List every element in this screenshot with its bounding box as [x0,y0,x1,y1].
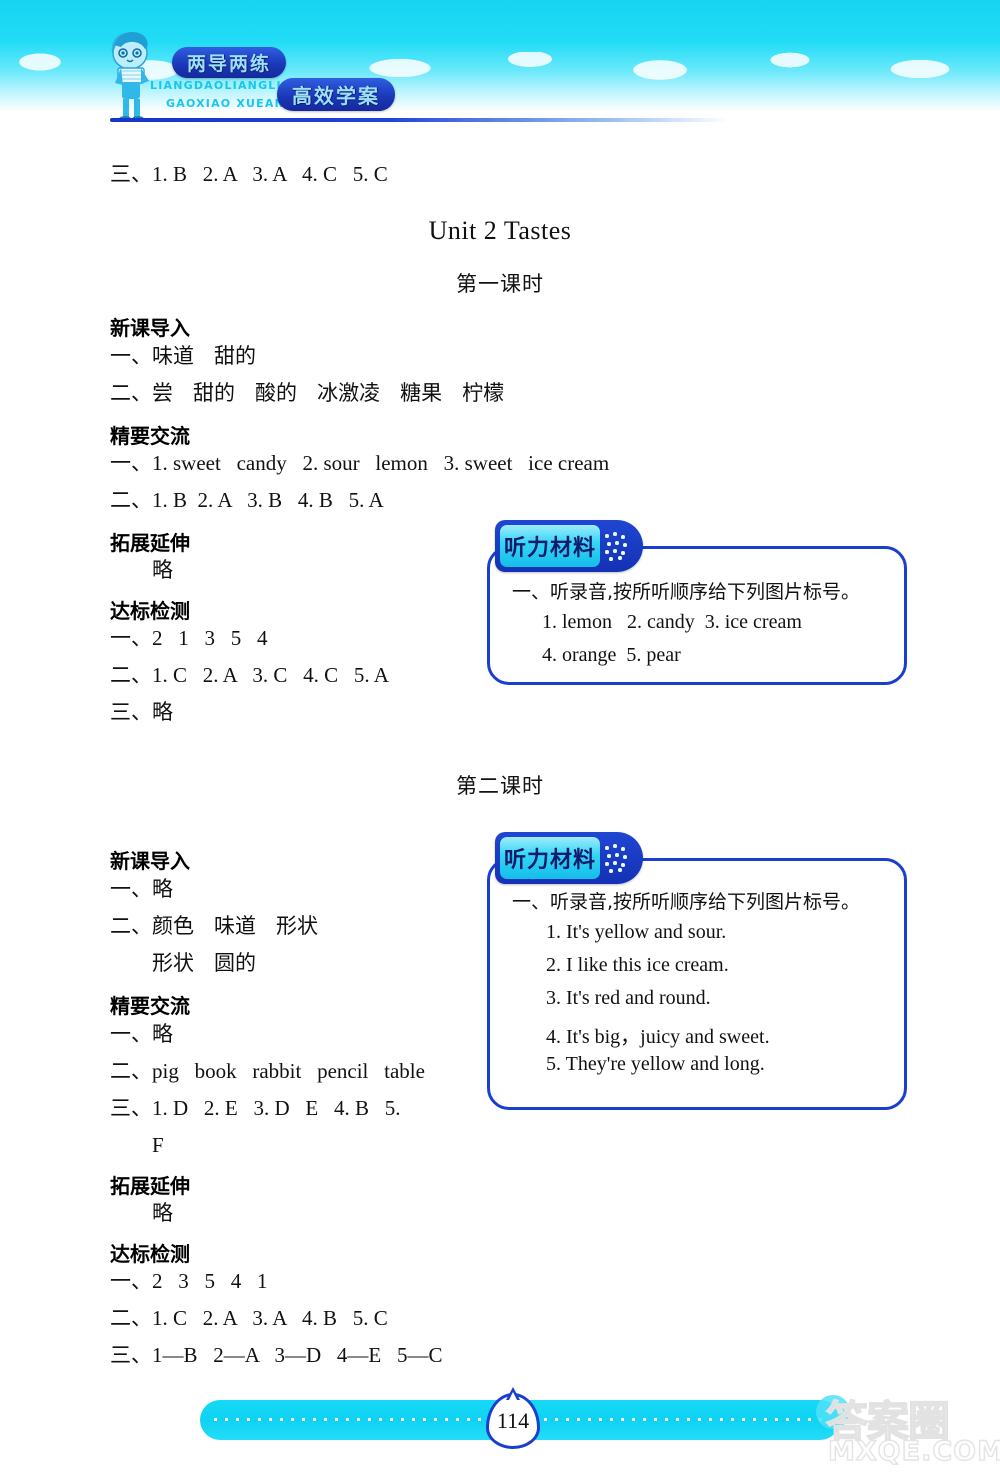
lesson1-communicate-line-2: 二、1. B 2. A 3. B 4. B 5. A [110,488,384,512]
lesson1-heading-extend: 拓展延伸 [110,531,190,555]
brand-pill-secondary-label: 高效学案 [292,84,380,108]
page-number: 114 [496,1408,530,1433]
listening-box-2-item-2: 2. I like this ice cream. [546,954,729,976]
listening-material-box-2: 一、听录音,按所听顺序给下列图片标号。 1. It's yellow and s… [487,832,907,1110]
site-watermark: 答案圈 MXQE.COM [820,1386,1000,1482]
lesson2-heading-extend: 拓展延伸 [110,1174,190,1198]
lesson1-heading-communicate: 精要交流 [110,424,190,448]
listening-box-2-frame: 一、听录音,按所听顺序给下列图片标号。 1. It's yellow and s… [487,858,907,1110]
lesson2-communicate-line-2: 二、pig book rabbit pencil table [110,1059,425,1083]
lesson2-intro-line-1: 一、略 [110,877,173,901]
listening-box-2-item-5: 5. They're yellow and long. [546,1053,765,1075]
lesson1-heading-test: 达标检测 [110,599,190,623]
listening-material-box-1: 一、听录音,按所听顺序给下列图片标号。 1. lemon 2. candy 3.… [487,520,907,685]
lesson2-intro-line-3: 形状 圆的 [152,951,257,975]
lesson2-heading-intro: 新课导入 [110,849,190,873]
brand-pill-primary-label: 两导两练 [186,53,271,75]
lesson2-communicate-line-3: 三、1. D 2. E 3. D E 4. B 5. [110,1096,401,1120]
lesson1-test-line-1: 一、2 1 3 5 4 [110,626,268,650]
lesson1-heading-intro: 新课导入 [110,316,190,340]
listening-box-2-heading: 一、听录音,按所听顺序给下列图片标号。 [512,891,861,913]
header-divider-rule [110,118,730,122]
lesson2-communicate-line-4: F [152,1133,164,1157]
lesson-1-title: 第一课时 [456,272,544,296]
listening-box-2-item-4: 4. It's big，juicy and sweet. [546,1026,770,1048]
listening-box-1-item-2: 4. orange 5. pear [542,644,681,666]
lesson2-communicate-line-1: 一、略 [110,1022,173,1046]
braille-dots-icon [603,844,633,873]
lesson-2-title: 第二课时 [456,774,544,798]
listening-box-1-tab-shape: 听力材料 [495,520,643,572]
lesson1-communicate-line-1: 一、1. sweet candy 2. sour lemon 3. sweet … [110,451,610,475]
listening-box-2-tab-shape: 听力材料 [495,832,643,884]
brand-pill-secondary: 高效学案 [277,78,395,111]
lesson2-test-line-1: 一、2 3 5 4 1 [110,1269,268,1293]
watermark-url-text: MXQE.COM [827,1435,1000,1467]
brand-pill-primary: 两导两练 [172,47,286,78]
page-header: 两导两练 LIANGDAOLIANGLIAN GAOXIAO XUEAN 高效学… [0,0,1000,140]
lesson2-test-line-2: 二、1. C 2. A 3. A 4. B 5. C [110,1306,388,1330]
braille-dots-icon [603,532,633,561]
listening-box-1-tab-label: 听力材料 [503,536,596,561]
unit-title: Unit 2 Tastes [428,216,572,245]
lesson2-test-line-3: 三、1—B 2—A 3—D 4—E 5—C [110,1343,443,1367]
lesson1-test-line-3: 三、略 [110,700,173,724]
listening-box-1-item-1: 1. lemon 2. candy 3. ice cream [542,611,802,633]
previous-unit-answer-line: 三、1. B 2. A 3. A 4. C 5. C [110,162,388,186]
lesson2-heading-communicate: 精要交流 [110,994,190,1018]
listening-box-1-tab-inner: 听力材料 [500,525,600,567]
brand-pinyin-secondary: GAOXIAO XUEAN [166,97,286,110]
mascot-illustration [103,27,165,122]
lesson2-intro-line-2: 二、颜色 味道 形状 [110,914,319,938]
lesson1-test-line-2: 二、1. C 2. A 3. C 4. C 5. A [110,663,389,687]
lesson1-intro-line-2: 二、尝 甜的 酸的 冰激凌 糖果 柠檬 [110,381,505,405]
listening-box-2-item-1: 1. It's yellow and sour. [546,921,727,943]
lesson1-extend-value: 略 [152,558,173,582]
listening-box-1-tab: 听力材料 [495,520,643,572]
listening-box-2-item-3: 3. It's red and round. [546,987,711,1009]
lesson1-intro-line-1: 一、味道 甜的 [110,344,257,368]
lesson2-extend-value: 略 [152,1201,173,1225]
listening-box-1-heading: 一、听录音,按所听顺序给下列图片标号。 [512,581,861,603]
listening-box-2-tab-label: 听力材料 [503,848,596,873]
lesson2-heading-test: 达标检测 [110,1242,190,1266]
listening-box-2-tab-inner: 听力材料 [500,837,600,879]
listening-box-2-tab: 听力材料 [495,832,643,884]
